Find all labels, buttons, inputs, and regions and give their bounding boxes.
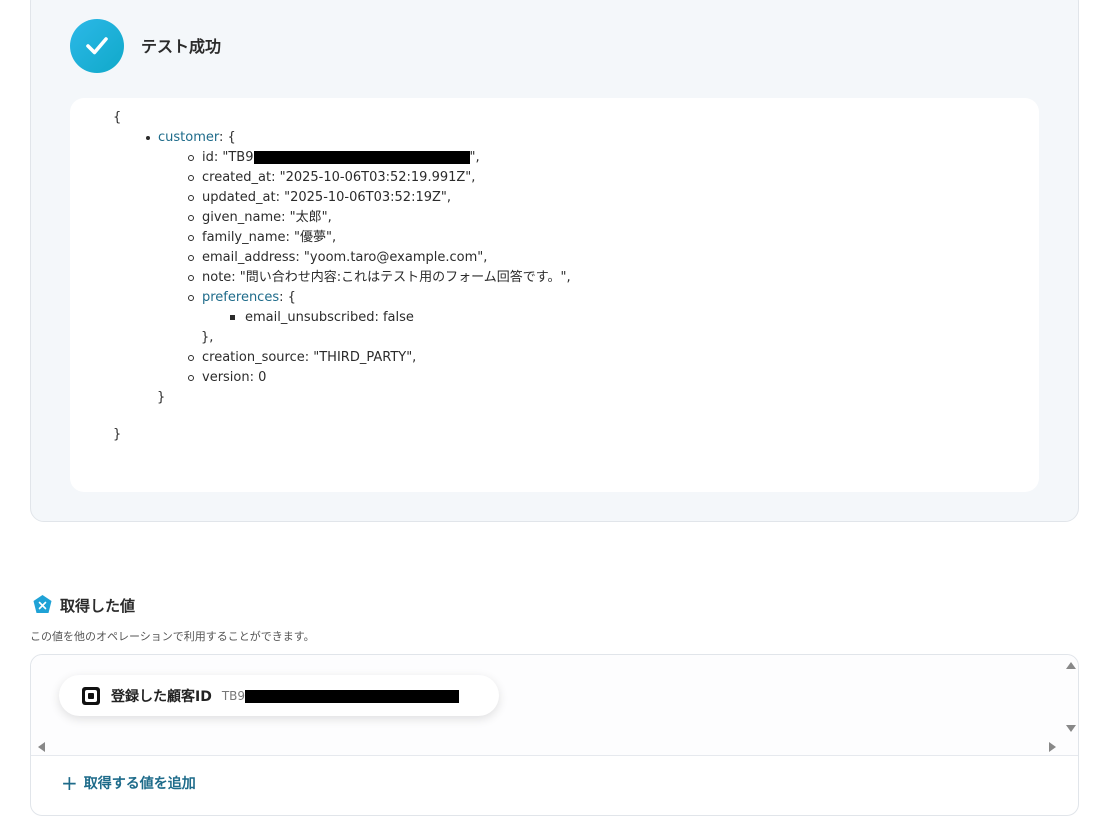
acquired-values-box: 登録した顧客ID TB9 + 取得する値を追加 <box>30 654 1079 816</box>
scroll-down-arrow-icon[interactable] <box>1066 725 1076 732</box>
plus-icon: + <box>61 771 78 795</box>
json-unsubscribed-row: email_unsubscribed: false <box>230 310 414 326</box>
json-version-row: version: 0 <box>188 370 266 386</box>
json-id-row: id: "TB9 ", <box>188 150 480 166</box>
json-customer-row: customer: { <box>146 130 236 146</box>
json-preferences-row: preferences: { <box>188 290 296 306</box>
bullet <box>146 135 150 140</box>
values-scroll-area[interactable]: 登録した顧客ID TB9 <box>31 655 1078 756</box>
json-note-row: note: "問い合わせ内容:これはテスト用のフォーム回答です。", <box>188 270 571 286</box>
acquired-values-description: この値を他のオペレーションで利用することができます。 <box>30 630 315 643</box>
chip-label: 登録した顧客ID <box>111 688 212 705</box>
square-logo-icon <box>82 686 100 705</box>
scroll-left-arrow-icon[interactable] <box>38 742 45 752</box>
variable-icon <box>32 594 53 615</box>
status-title: テスト成功 <box>141 37 222 56</box>
preferences-key[interactable]: preferences <box>202 290 279 305</box>
json-created-at-row: created_at: "2025-10-06T03:52:19.991Z", <box>188 170 475 186</box>
add-value-button[interactable]: + 取得する値を追加 <box>61 773 196 793</box>
check-circle-icon <box>70 19 124 73</box>
json-family-name-row: family_name: "優夢", <box>188 230 336 246</box>
json-output: { customer: { id: "TB9 ", created_at: "20… <box>70 98 1039 492</box>
scroll-right-arrow-icon[interactable] <box>1049 742 1056 752</box>
redacted-block <box>253 151 470 164</box>
json-email-row: email_address: "yoom.taro@example.com", <box>188 250 487 266</box>
json-preferences-close: }, <box>201 330 214 345</box>
add-value-label: 取得する値を追加 <box>83 776 196 792</box>
redacted-block <box>245 689 460 703</box>
value-chip-customer-id[interactable]: 登録した顧客ID TB9 <box>59 675 499 716</box>
scroll-up-arrow-icon[interactable] <box>1066 662 1076 669</box>
chip-value: TB9 <box>222 689 460 703</box>
test-result-panel: テスト成功 { customer: { id: "TB9 ", created_a… <box>30 0 1079 522</box>
json-customer-close: } <box>157 390 166 405</box>
json-creation-source-row: creation_source: "THIRD_PARTY", <box>188 350 416 366</box>
json-updated-at-row: updated_at: "2025-10-06T03:52:19Z", <box>188 190 451 206</box>
json-given-name-row: given_name: "太郎", <box>188 210 332 226</box>
customer-key[interactable]: customer <box>158 130 219 145</box>
json-close-brace: } <box>113 427 122 442</box>
json-open-brace: { <box>113 110 122 125</box>
acquired-values-title: 取得した値 <box>60 597 136 615</box>
